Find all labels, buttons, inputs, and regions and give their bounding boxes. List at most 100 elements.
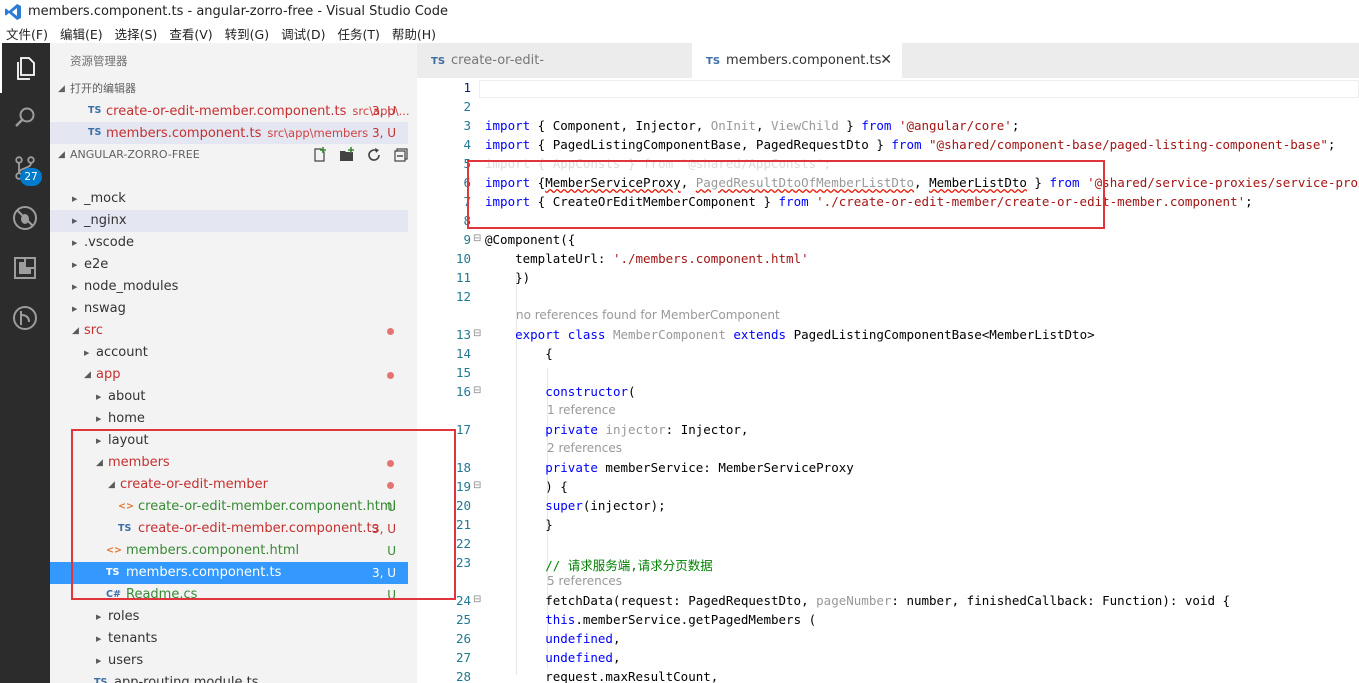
code-line: undefined, [485,650,620,665]
menu-go[interactable]: 转到(G) [219,24,275,43]
refresh-icon[interactable] [366,147,382,171]
tree-file[interactable]: <> members.component.html U [50,540,408,562]
code-token: } [1026,175,1050,190]
tree-folder[interactable]: ▶ e2e [50,254,408,276]
code-token: , [914,175,930,190]
menu-tasks[interactable]: 任务(T) [331,24,385,43]
chevron-down-icon[interactable]: ◢ [72,320,79,342]
tree-folder[interactable]: ▶ home [50,408,408,430]
chevron-right-icon[interactable]: ▶ [96,386,101,408]
tree-folder[interactable]: ◢ members [50,452,408,474]
tree-folder[interactable]: ▶ _nginx [50,210,408,232]
new-file-icon[interactable] [312,147,328,171]
file-status: U [387,588,396,602]
code-token: export [515,327,561,342]
debug-icon[interactable] [0,193,50,243]
tree-item-label: layout [108,433,149,448]
code-token: from [1049,175,1080,190]
tree-folder[interactable]: ▶ .vscode [50,232,408,254]
menu-edit[interactable]: 编辑(E) [54,24,109,43]
fold-icon[interactable]: ⊟ [473,328,481,339]
tree-folder[interactable]: ▶ about [50,386,408,408]
open-editor-item[interactable]: TS create-or-edit-member.component.ts src… [50,100,410,122]
collapse-all-icon[interactable] [393,147,409,171]
tree-folder[interactable]: ▶ roles [50,606,408,628]
tree-folder[interactable]: ◢ app [50,364,408,386]
code-lens[interactable]: no references found for MemberComponent [516,308,780,322]
tree-folder[interactable]: ▶ node_modules [50,276,408,298]
chevron-down-icon[interactable]: ◢ [96,452,103,474]
tree-folder[interactable]: ▶ nswag [50,298,408,320]
chevron-right-icon[interactable]: ▶ [72,188,77,210]
line-number: 24 [455,593,471,608]
extensions-icon[interactable] [0,243,50,293]
menu-help[interactable]: 帮助(H) [386,24,442,43]
fold-icon[interactable]: ⊟ [473,233,481,244]
typescript-file-icon: TS [88,127,102,138]
tree-item-label: roles [108,609,140,624]
search-icon[interactable] [0,93,50,143]
code-token: // 请求服务端,请求分页数据 [485,558,713,573]
code-editor[interactable]: 1 2 3 import { Component, Injector, OnInit,… [417,78,1359,683]
chevron-right-icon[interactable]: ▶ [72,298,77,320]
chevron-right-icon[interactable]: ▶ [72,232,77,254]
fold-icon[interactable]: ⊟ [473,594,481,605]
tree-folder[interactable]: ▶ users [50,650,408,672]
chevron-down-icon[interactable]: ◢ [108,474,115,496]
line-number: 23 [455,555,471,570]
menu-selection[interactable]: 选择(S) [109,24,164,43]
close-icon[interactable]: ✕ [880,43,892,78]
chevron-down-icon: ◢ [58,84,65,94]
chevron-right-icon[interactable]: ▶ [72,254,77,276]
code-lens[interactable]: 1 reference [547,403,616,417]
open-editor-item[interactable]: TS members.component.ts src\app\members 3… [50,122,408,144]
code-lens[interactable]: 5 references [547,574,622,588]
line-number: 2 [463,99,471,114]
code-line: private injector: Injector, [485,422,748,437]
chevron-right-icon[interactable]: ▶ [96,408,101,430]
html-file-icon: <> [106,545,122,556]
menu-view[interactable]: 查看(V) [163,24,218,43]
chevron-right-icon[interactable]: ▶ [72,276,77,298]
tree-file[interactable]: C# Readme.cs U [50,584,408,606]
tab-create-or-edit-member[interactable]: TScreate-or-edit-member.component.ts [417,43,691,104]
code-token: extends [733,327,787,342]
fold-icon[interactable]: ⊟ [473,480,481,491]
tree-folder[interactable]: ▶ _mock [50,188,408,210]
open-editor-name: members.component.ts [106,126,262,141]
tree-file[interactable]: TS create-or-edit-member.component.ts 3, U [50,518,408,540]
code-token: import { AppConsts } from '@shared/AppCo… [485,156,832,171]
tree-folder[interactable]: ▶ layout [50,430,408,452]
tree-file[interactable]: TS app-routing.module.ts [50,672,408,683]
code-lens[interactable]: 2 references [547,441,622,455]
chevron-right-icon[interactable]: ▶ [72,210,77,232]
tree-file[interactable]: <> create-or-edit-member.component.html U [50,496,408,518]
open-editors-header[interactable]: ◢ 打开的编辑器 [50,78,417,100]
code-token: (injector); [582,498,666,513]
project-header[interactable]: ◢ ANGULAR-ZORRO-FREE [50,144,408,166]
tree-folder[interactable]: ◢ create-or-edit-member [50,474,408,496]
chevron-down-icon[interactable]: ◢ [84,364,91,386]
tree-folder[interactable]: ◢ src [50,320,408,342]
menu-file[interactable]: 文件(F) [0,24,54,43]
new-folder-icon[interactable] [339,147,355,171]
code-token: } [485,517,553,532]
git-history-icon[interactable] [0,293,50,343]
chevron-right-icon[interactable]: ▶ [84,342,89,364]
tree-folder[interactable]: ▶ account [50,342,408,364]
code-token: injector [605,422,666,437]
chevron-right-icon[interactable]: ▶ [96,650,101,672]
menu-debug[interactable]: 调试(D) [275,24,331,43]
tab-members-component[interactable]: TS members.component.ts ✕ [692,43,902,78]
fold-icon[interactable]: ⊟ [473,385,481,396]
tree-file[interactable]: TS members.component.ts 3, U [50,562,408,584]
tree-folder[interactable]: ▶ tenants [50,628,408,650]
code-token: from [891,137,922,152]
chevron-right-icon[interactable]: ▶ [96,606,101,628]
explorer-icon[interactable] [0,43,50,93]
chevron-right-icon[interactable]: ▶ [96,430,101,452]
chevron-right-icon[interactable]: ▶ [96,628,101,650]
code-line: export class MemberComponent extends Pag… [485,327,1095,342]
